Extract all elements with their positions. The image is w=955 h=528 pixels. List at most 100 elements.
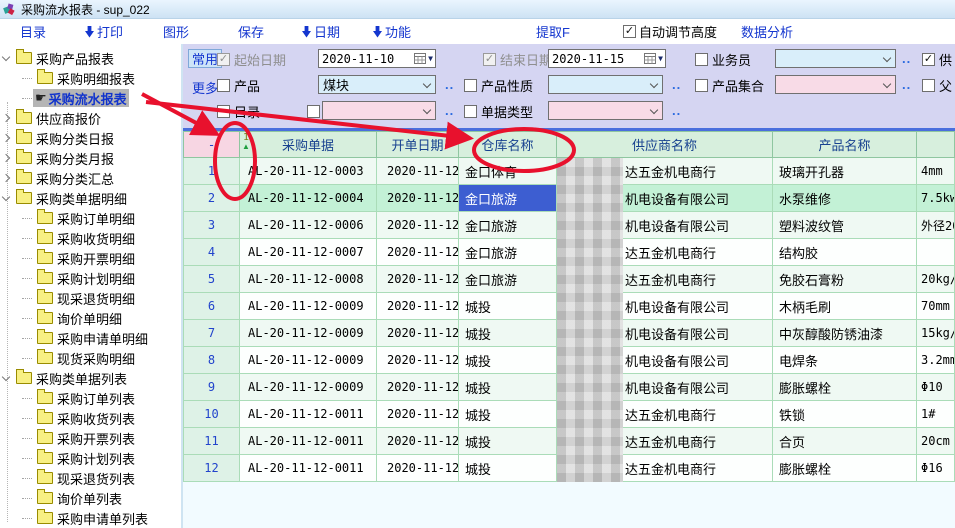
tree-item[interactable]: 现货采购明细 [0, 348, 181, 368]
cell-warehouse[interactable]: 城投 [459, 428, 557, 455]
calendar-icon[interactable] [644, 53, 656, 64]
cell-no[interactable]: 12 [183, 455, 240, 482]
chevron-down-icon[interactable] [879, 83, 895, 87]
more-link[interactable]: 更多 [192, 78, 218, 97]
dropdown-arrow-icon[interactable]: ▼ [658, 54, 663, 63]
col-header-doc[interactable]: 采购单据1▲ [240, 131, 377, 158]
product-nature-checkbox[interactable] [464, 79, 477, 92]
menu-item-catalog[interactable]: 目录 [20, 19, 46, 44]
menu-item-extract[interactable]: 提取F [536, 19, 570, 44]
cell-product[interactable]: 电焊条 [773, 347, 917, 374]
cell-product[interactable]: 合页 [773, 428, 917, 455]
salesman-checkbox[interactable] [695, 53, 708, 66]
cell-no[interactable]: 8 [183, 347, 240, 374]
cell-doc[interactable]: AL-20-11-12-0009 [240, 374, 377, 401]
doc-type-more-dots[interactable]: .. [672, 103, 681, 118]
cell-spec[interactable]: 外径20 [917, 212, 955, 239]
tree-item[interactable]: 采购分类月报 [0, 148, 181, 168]
dropdown-arrow-icon[interactable]: ▼ [428, 54, 433, 63]
chevron-down-icon[interactable] [879, 57, 895, 61]
col-header-spec[interactable] [917, 131, 955, 158]
tree-item[interactable]: 采购申请单列表 [0, 508, 181, 528]
col-header-corner[interactable]: - [183, 131, 240, 158]
doc-type-checkbox[interactable] [464, 105, 477, 118]
doc-type-combo[interactable] [548, 101, 663, 120]
cell-warehouse[interactable]: 城投 [459, 401, 557, 428]
tree-item[interactable]: 采购计划明细 [0, 268, 181, 288]
cell-doc[interactable]: AL-20-11-12-0011 [240, 428, 377, 455]
cell-doc[interactable]: AL-20-11-12-0003 [240, 158, 377, 185]
sort-indicator[interactable]: 1▲ [242, 133, 250, 151]
cell-doc[interactable]: AL-20-11-12-0009 [240, 320, 377, 347]
menu-item-date[interactable]: 日期 [302, 19, 340, 44]
cell-spec[interactable]: 4mm [917, 158, 955, 185]
cell-doc[interactable]: AL-20-11-12-0007 [240, 239, 377, 266]
cell-spec[interactable]: 70mm [917, 293, 955, 320]
parent-checkbox[interactable] [922, 79, 935, 92]
tree-item[interactable]: 询价单明细 [0, 308, 181, 328]
cell-spec[interactable]: 3.2mm [917, 347, 955, 374]
cell-no[interactable]: 11 [183, 428, 240, 455]
end-date-checkbox[interactable]: ✓ [483, 53, 496, 66]
cell-warehouse[interactable]: 金口旅游 [459, 239, 557, 266]
cell-product[interactable]: 结构胶 [773, 239, 917, 266]
cell-product[interactable]: 铁锁 [773, 401, 917, 428]
tree-item[interactable]: 采购收货明细 [0, 228, 181, 248]
cell-spec[interactable]: Φ16 [917, 455, 955, 482]
collapse-icon[interactable] [0, 196, 12, 200]
col-header-supplier[interactable]: 供应商名称 [557, 131, 773, 158]
cell-spec[interactable]: Φ10 [917, 374, 955, 401]
product-set-combo[interactable] [775, 75, 896, 94]
cell-product[interactable]: 膨胀螺栓 [773, 374, 917, 401]
expand-icon[interactable] [0, 155, 12, 161]
tree-item[interactable]: 供应商报价 [0, 108, 181, 128]
cell-date[interactable]: 2020-11-12 [377, 185, 459, 212]
tree-item[interactable]: 询价单列表 [0, 488, 181, 508]
salesman-more-dots[interactable]: .. [902, 51, 911, 66]
cell-doc[interactable]: AL-20-11-12-0004 [240, 185, 377, 212]
cell-date[interactable]: 2020-11-12 [377, 347, 459, 374]
product-more-dots[interactable]: .. [445, 77, 454, 92]
end-date-input[interactable]: 2020-11-15 ▼ [548, 49, 666, 68]
product-nature-combo[interactable] [548, 75, 663, 94]
col-header-warehouse[interactable]: 仓库名称 [459, 131, 557, 158]
cell-product[interactable]: 玻璃开孔器 [773, 158, 917, 185]
tree-item[interactable]: 采购类单据明细 [0, 188, 181, 208]
catalog-extra-checkbox[interactable] [307, 105, 320, 118]
tree-item[interactable]: 采购开票明细 [0, 248, 181, 268]
col-header-product[interactable]: 产品名称 [773, 131, 917, 158]
salesman-combo[interactable] [775, 49, 896, 68]
col-header-date[interactable]: 开单日期 [377, 131, 459, 158]
tree-item[interactable]: 采购分类日报 [0, 128, 181, 148]
cell-doc[interactable]: AL-20-11-12-0008 [240, 266, 377, 293]
cell-date[interactable]: 2020-11-12 [377, 266, 459, 293]
tree-item[interactable]: 采购开票列表 [0, 428, 181, 448]
supplier-checkbox[interactable]: ✓ [922, 53, 935, 66]
cell-no[interactable]: 10 [183, 401, 240, 428]
tree-item[interactable]: 采购产品报表 [0, 48, 181, 68]
menu-item-graphics[interactable]: 图形 [163, 19, 189, 44]
cell-spec[interactable]: 15kg/ [917, 320, 955, 347]
cell-warehouse[interactable]: 金口旅游 [459, 266, 557, 293]
menu-item-print[interactable]: 打印 [85, 19, 123, 44]
expand-icon[interactable] [0, 135, 12, 141]
auto-height-checkbox[interactable]: ✓ [623, 25, 636, 38]
cell-warehouse[interactable]: 城投 [459, 320, 557, 347]
tree-item[interactable]: 采购分类汇总 [0, 168, 181, 188]
menu-item-save[interactable]: 保存 [238, 19, 264, 44]
cell-warehouse[interactable]: 金口旅游 [459, 212, 557, 239]
product-set-checkbox[interactable] [695, 79, 708, 92]
collapse-icon[interactable] [0, 376, 12, 380]
chevron-down-icon[interactable] [646, 109, 662, 113]
tree-item[interactable]: 采购申请单明细 [0, 328, 181, 348]
catalog-combo[interactable] [322, 101, 436, 120]
cell-no[interactable]: 6 [183, 293, 240, 320]
calendar-icon[interactable] [414, 53, 426, 64]
cell-warehouse[interactable]: 城投 [459, 455, 557, 482]
cell-product[interactable]: 塑料波纹管 [773, 212, 917, 239]
product-set-more-dots[interactable]: .. [902, 77, 911, 92]
cell-no[interactable]: 1 [183, 158, 240, 185]
cell-doc[interactable]: AL-20-11-12-0006 [240, 212, 377, 239]
cell-spec[interactable]: 20kg/ [917, 266, 955, 293]
tree-item[interactable]: 采购收货列表 [0, 408, 181, 428]
